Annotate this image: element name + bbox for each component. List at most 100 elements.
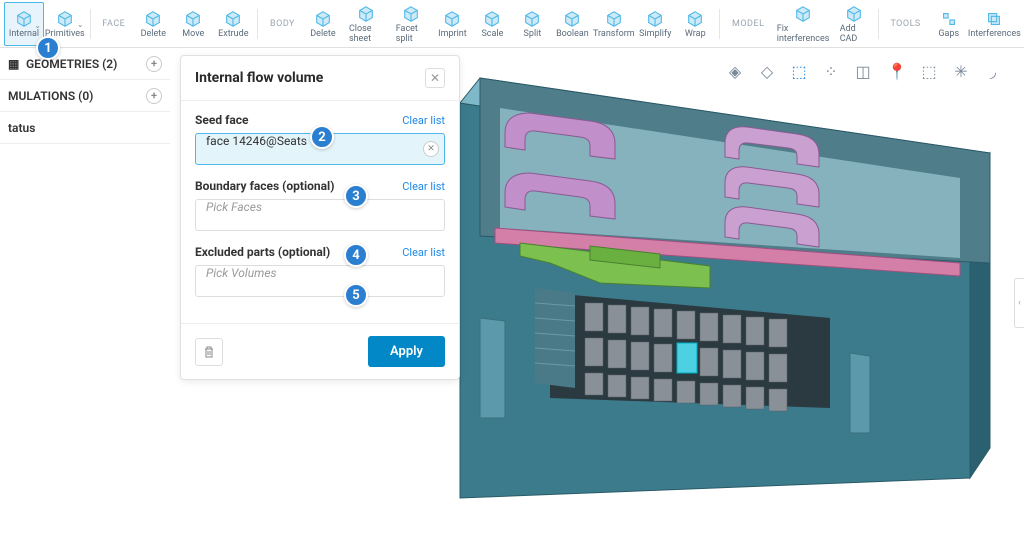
- label: Extrude: [218, 29, 248, 39]
- tool-delete-body[interactable]: Delete: [303, 2, 343, 46]
- separator: [719, 9, 720, 39]
- label: Simplify: [639, 29, 671, 39]
- internal-flow-volume-panel: Internal flow volume ✕ Seed face Clear l…: [180, 55, 460, 380]
- tool-add-cad[interactable]: Add CAD: [834, 2, 874, 46]
- gaps-icon: [939, 9, 959, 29]
- cube-icon: [401, 4, 421, 24]
- clear-boundary-link[interactable]: Clear list: [402, 180, 445, 193]
- cube-icon: [522, 9, 542, 29]
- tree-sidebar: ▦GEOMETRIES (2) + MULATIONS (0) + tatus: [0, 48, 170, 144]
- trash-icon: [202, 345, 216, 359]
- tool-transform[interactable]: Transform: [592, 2, 635, 46]
- cube-icon: [183, 9, 203, 29]
- label: Add CAD: [840, 24, 868, 44]
- cube-icon: [562, 9, 582, 29]
- panel-header: Internal flow volume ✕: [181, 56, 459, 101]
- tool-delete-face[interactable]: Delete: [133, 2, 173, 46]
- viewport-tool-icons: 📍 ⬚ ✳ ◞: [886, 60, 1004, 82]
- clear-excluded-link[interactable]: Clear list: [402, 246, 445, 259]
- label: MULATIONS (0): [8, 89, 93, 103]
- label: Delete: [141, 29, 166, 39]
- tool-move[interactable]: Move: [173, 2, 213, 46]
- label: Split: [524, 29, 542, 39]
- label: tatus: [8, 121, 35, 135]
- view-wireframe-icon[interactable]: ◇: [756, 60, 778, 82]
- cube-icon: [223, 9, 243, 29]
- step-badge-1: 1: [36, 36, 60, 60]
- label: Delete: [310, 29, 335, 39]
- label: Boolean: [556, 29, 589, 39]
- geometries-icon: ▦: [8, 57, 22, 71]
- tree-geometries[interactable]: ▦GEOMETRIES (2) +: [0, 48, 170, 80]
- seed-face-label: Seed face: [195, 113, 249, 127]
- tool-close-sheet[interactable]: Close sheet: [343, 2, 390, 46]
- label: Scale: [481, 29, 503, 39]
- label: Wrap: [685, 29, 706, 39]
- tool-scale[interactable]: Scale: [472, 2, 512, 46]
- clear-seed-link[interactable]: Clear list: [402, 114, 445, 127]
- tool-fix-interferences[interactable]: Fix interferences: [772, 2, 833, 46]
- toolbar: Internal ⌄ Primitives ⌄ FACE Delete Move…: [0, 0, 1024, 48]
- label: Close sheet: [349, 24, 384, 44]
- view-points-icon[interactable]: ⁘: [820, 60, 842, 82]
- separator: [257, 9, 258, 39]
- cube-icon: [482, 9, 502, 29]
- pin-icon[interactable]: 📍: [886, 60, 908, 82]
- separator: [90, 9, 91, 39]
- cube-icon: [442, 9, 462, 29]
- add-geometry-button[interactable]: +: [146, 56, 162, 72]
- viewport-mode-icons: ◈ ◇ ⬚ ⁘ ◫: [724, 60, 874, 82]
- tree-status[interactable]: tatus: [0, 112, 170, 144]
- close-icon[interactable]: ✕: [425, 68, 445, 88]
- step-badge-4: 4: [344, 243, 368, 267]
- tree-simulations[interactable]: MULATIONS (0) +: [0, 80, 170, 112]
- label: Facet split: [396, 24, 427, 44]
- chevron-down-icon: ⌄: [77, 20, 84, 29]
- tool-extrude[interactable]: Extrude: [213, 2, 253, 46]
- delete-operation-button[interactable]: [195, 338, 223, 366]
- tool-facet-split[interactable]: Facet split: [390, 2, 433, 46]
- view-iso-icon[interactable]: ◫: [852, 60, 874, 82]
- excluded-parts-input[interactable]: Pick Volumes: [195, 265, 445, 297]
- step-badge-2: 2: [310, 125, 334, 149]
- section-body: BODY: [262, 19, 303, 29]
- side-panel-handle[interactable]: ‹: [1014, 278, 1024, 328]
- label: Transform: [593, 29, 635, 39]
- section-model: MODEL: [724, 19, 772, 29]
- label: Imprint: [438, 29, 467, 39]
- tool-simplify[interactable]: Simplify: [635, 2, 675, 46]
- cube-icon: [604, 9, 624, 29]
- add-simulation-button[interactable]: +: [146, 88, 162, 104]
- cube-icon: [55, 9, 75, 29]
- tool-gaps[interactable]: Gaps: [929, 2, 969, 46]
- cube-icon: [143, 9, 163, 29]
- tool-wrap[interactable]: Wrap: [675, 2, 715, 46]
- clear-seed-icon[interactable]: ✕: [423, 141, 439, 157]
- interferences-icon: [984, 9, 1004, 29]
- label: Fix interferences: [777, 24, 830, 44]
- cube-icon: [14, 9, 34, 29]
- tool-internal[interactable]: Internal ⌄: [4, 2, 44, 46]
- panel-title: Internal flow volume: [195, 70, 323, 86]
- cube-icon: [844, 4, 864, 24]
- view-cube-icon[interactable]: ⬚: [788, 60, 810, 82]
- separator: [878, 9, 879, 39]
- chevron-down-icon: ⌄: [34, 21, 41, 30]
- settings-gear-icon[interactable]: ✳: [950, 60, 972, 82]
- tool-boolean[interactable]: Boolean: [552, 2, 592, 46]
- apply-button[interactable]: Apply: [368, 336, 445, 367]
- tool-imprint[interactable]: Imprint: [432, 2, 472, 46]
- step-badge-3: 3: [344, 184, 368, 208]
- section-tools: TOOLS: [882, 19, 928, 29]
- excluded-parts-label: Excluded parts (optional): [195, 245, 330, 259]
- boundary-faces-input[interactable]: Pick Faces: [195, 199, 445, 231]
- label: Interferences: [968, 29, 1021, 39]
- tool-interferences[interactable]: Interferences: [969, 2, 1020, 46]
- cube-icon: [313, 9, 333, 29]
- select-box-icon[interactable]: ⬚: [918, 60, 940, 82]
- view-solid-icon[interactable]: ◈: [724, 60, 746, 82]
- tool-split[interactable]: Split: [512, 2, 552, 46]
- cube-icon: [645, 9, 665, 29]
- tool-internal-label: Internal: [9, 29, 39, 39]
- measure-icon[interactable]: ◞: [982, 60, 1004, 82]
